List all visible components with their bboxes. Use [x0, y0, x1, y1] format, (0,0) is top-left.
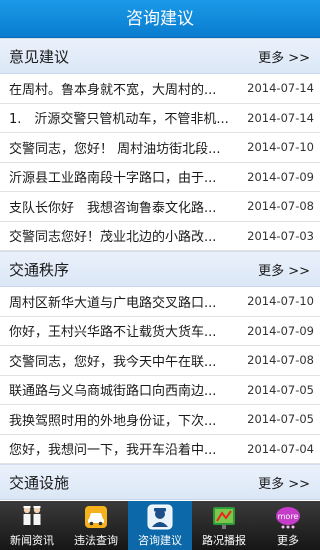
- item-title: 交警同志，您好！ 周村油坊街北段...: [9, 141, 221, 157]
- tab-more[interactable]: more 更多: [256, 501, 320, 550]
- tab-label: 更多: [277, 534, 299, 547]
- section-title: 交通设施: [9, 473, 70, 492]
- list-item[interactable]: 交警同志，您好！ 周村油坊街北段... 2014-07-10: [0, 133, 320, 163]
- police-officers-icon: [18, 504, 46, 530]
- item-date: 2014-07-08: [247, 199, 314, 214]
- section-suggestions: 意见建议 更多 >> 在周村。鲁本身就不宽，大周村的... 2014-07-14 …: [0, 38, 320, 251]
- item-date: 2014-07-05: [247, 382, 314, 397]
- item-title: 周村区新华大道与广电路交叉路口...: [9, 295, 217, 311]
- more-link[interactable]: 更多 >>: [258, 47, 310, 66]
- item-title: 我换驾照时用的外地身份证，下次...: [9, 413, 217, 429]
- item-date: 2014-07-05: [247, 412, 314, 427]
- section-title: 交通秩序: [9, 260, 70, 279]
- section-header: 交通设施 更多 >>: [0, 464, 320, 500]
- tab-label: 违法查询: [74, 534, 118, 547]
- section-traffic-facilities: 交通设施 更多 >>: [0, 464, 320, 500]
- list-item[interactable]: 联通路与义乌商城街路口向西南边... 2014-07-05: [0, 375, 320, 405]
- item-date: 2014-07-10: [247, 294, 314, 309]
- item-title: 联通路与义乌商城街路口向西南边...: [9, 384, 217, 400]
- item-date: 2014-07-09: [247, 323, 314, 338]
- tab-news[interactable]: 新闻资讯: [0, 501, 64, 550]
- road-sign-icon: [210, 504, 238, 530]
- bottom-tab-bar: 新闻资讯 违法查询 咨询建议 路况播报 more 更多: [0, 501, 320, 550]
- item-title: 沂源县工业路南段十字路口，由于...: [9, 171, 217, 187]
- list-item[interactable]: 1. 沂源交警只管机动车，不管非机... 2014-07-14: [0, 103, 320, 133]
- tab-label: 新闻资讯: [10, 534, 54, 547]
- item-title: 交警同志您好！茂业北边的小路改...: [9, 230, 217, 246]
- more-link[interactable]: 更多 >>: [258, 473, 310, 492]
- officer-badge-icon: [146, 504, 174, 530]
- item-date: 2014-07-08: [247, 353, 314, 368]
- item-title: 交警同志，您好，我今天中午在联...: [9, 354, 217, 370]
- tab-violation-query[interactable]: 违法查询: [64, 501, 128, 550]
- item-title: 支队长你好 我想咨询鲁泰文化路...: [9, 200, 217, 216]
- item-date: 2014-07-03: [247, 228, 314, 243]
- list-item[interactable]: 周村区新华大道与广电路交叉路口... 2014-07-10: [0, 287, 320, 317]
- section-traffic-order: 交通秩序 更多 >> 周村区新华大道与广电路交叉路口... 2014-07-10 …: [0, 251, 320, 464]
- item-title: 您好，我想问一下，我开车沿着中...: [9, 443, 217, 459]
- list-item[interactable]: 您好，我想问一下，我开车沿着中... 2014-07-04: [0, 434, 320, 464]
- tab-label: 咨询建议: [138, 534, 182, 547]
- item-title: 你好，王村兴华路不让载货大货车...: [9, 325, 217, 341]
- item-date: 2014-07-09: [247, 169, 314, 184]
- tab-traffic-report[interactable]: 路况播报: [192, 501, 256, 550]
- item-date: 2014-07-04: [247, 441, 314, 456]
- item-date: 2014-07-14: [247, 81, 314, 96]
- list-item[interactable]: 你好，王村兴华路不让载货大货车... 2014-07-09: [0, 316, 320, 346]
- section-title: 意见建议: [9, 47, 70, 66]
- more-link[interactable]: 更多 >>: [258, 260, 310, 279]
- tab-consult[interactable]: 咨询建议: [128, 501, 192, 550]
- list-item[interactable]: 交警同志，您好，我今天中午在联... 2014-07-08: [0, 346, 320, 376]
- svg-text:more: more: [278, 512, 299, 521]
- item-date: 2014-07-14: [247, 110, 314, 125]
- more-icon: more: [274, 504, 302, 530]
- tab-label: 路况播报: [202, 534, 246, 547]
- list-item[interactable]: 沂源县工业路南段十字路口，由于... 2014-07-09: [0, 162, 320, 192]
- list-item[interactable]: 我换驾照时用的外地身份证，下次... 2014-07-05: [0, 405, 320, 435]
- item-date: 2014-07-10: [247, 140, 314, 155]
- list-item[interactable]: 在周村。鲁本身就不宽，大周村的... 2014-07-14: [0, 74, 320, 104]
- item-title: 在周村。鲁本身就不宽，大周村的...: [9, 82, 217, 98]
- section-header: 意见建议 更多 >>: [0, 38, 320, 74]
- page-title: 咨询建议: [0, 0, 320, 38]
- section-header: 交通秩序 更多 >>: [0, 251, 320, 287]
- item-title: 1. 沂源交警只管机动车，不管非机...: [9, 112, 229, 128]
- list-item[interactable]: 交警同志您好！茂业北边的小路改... 2014-07-03: [0, 221, 320, 251]
- content-scroll[interactable]: 意见建议 更多 >> 在周村。鲁本身就不宽，大周村的... 2014-07-14 …: [0, 38, 320, 501]
- car-icon: [82, 504, 110, 530]
- list-item[interactable]: 支队长你好 我想咨询鲁泰文化路... 2014-07-08: [0, 192, 320, 222]
